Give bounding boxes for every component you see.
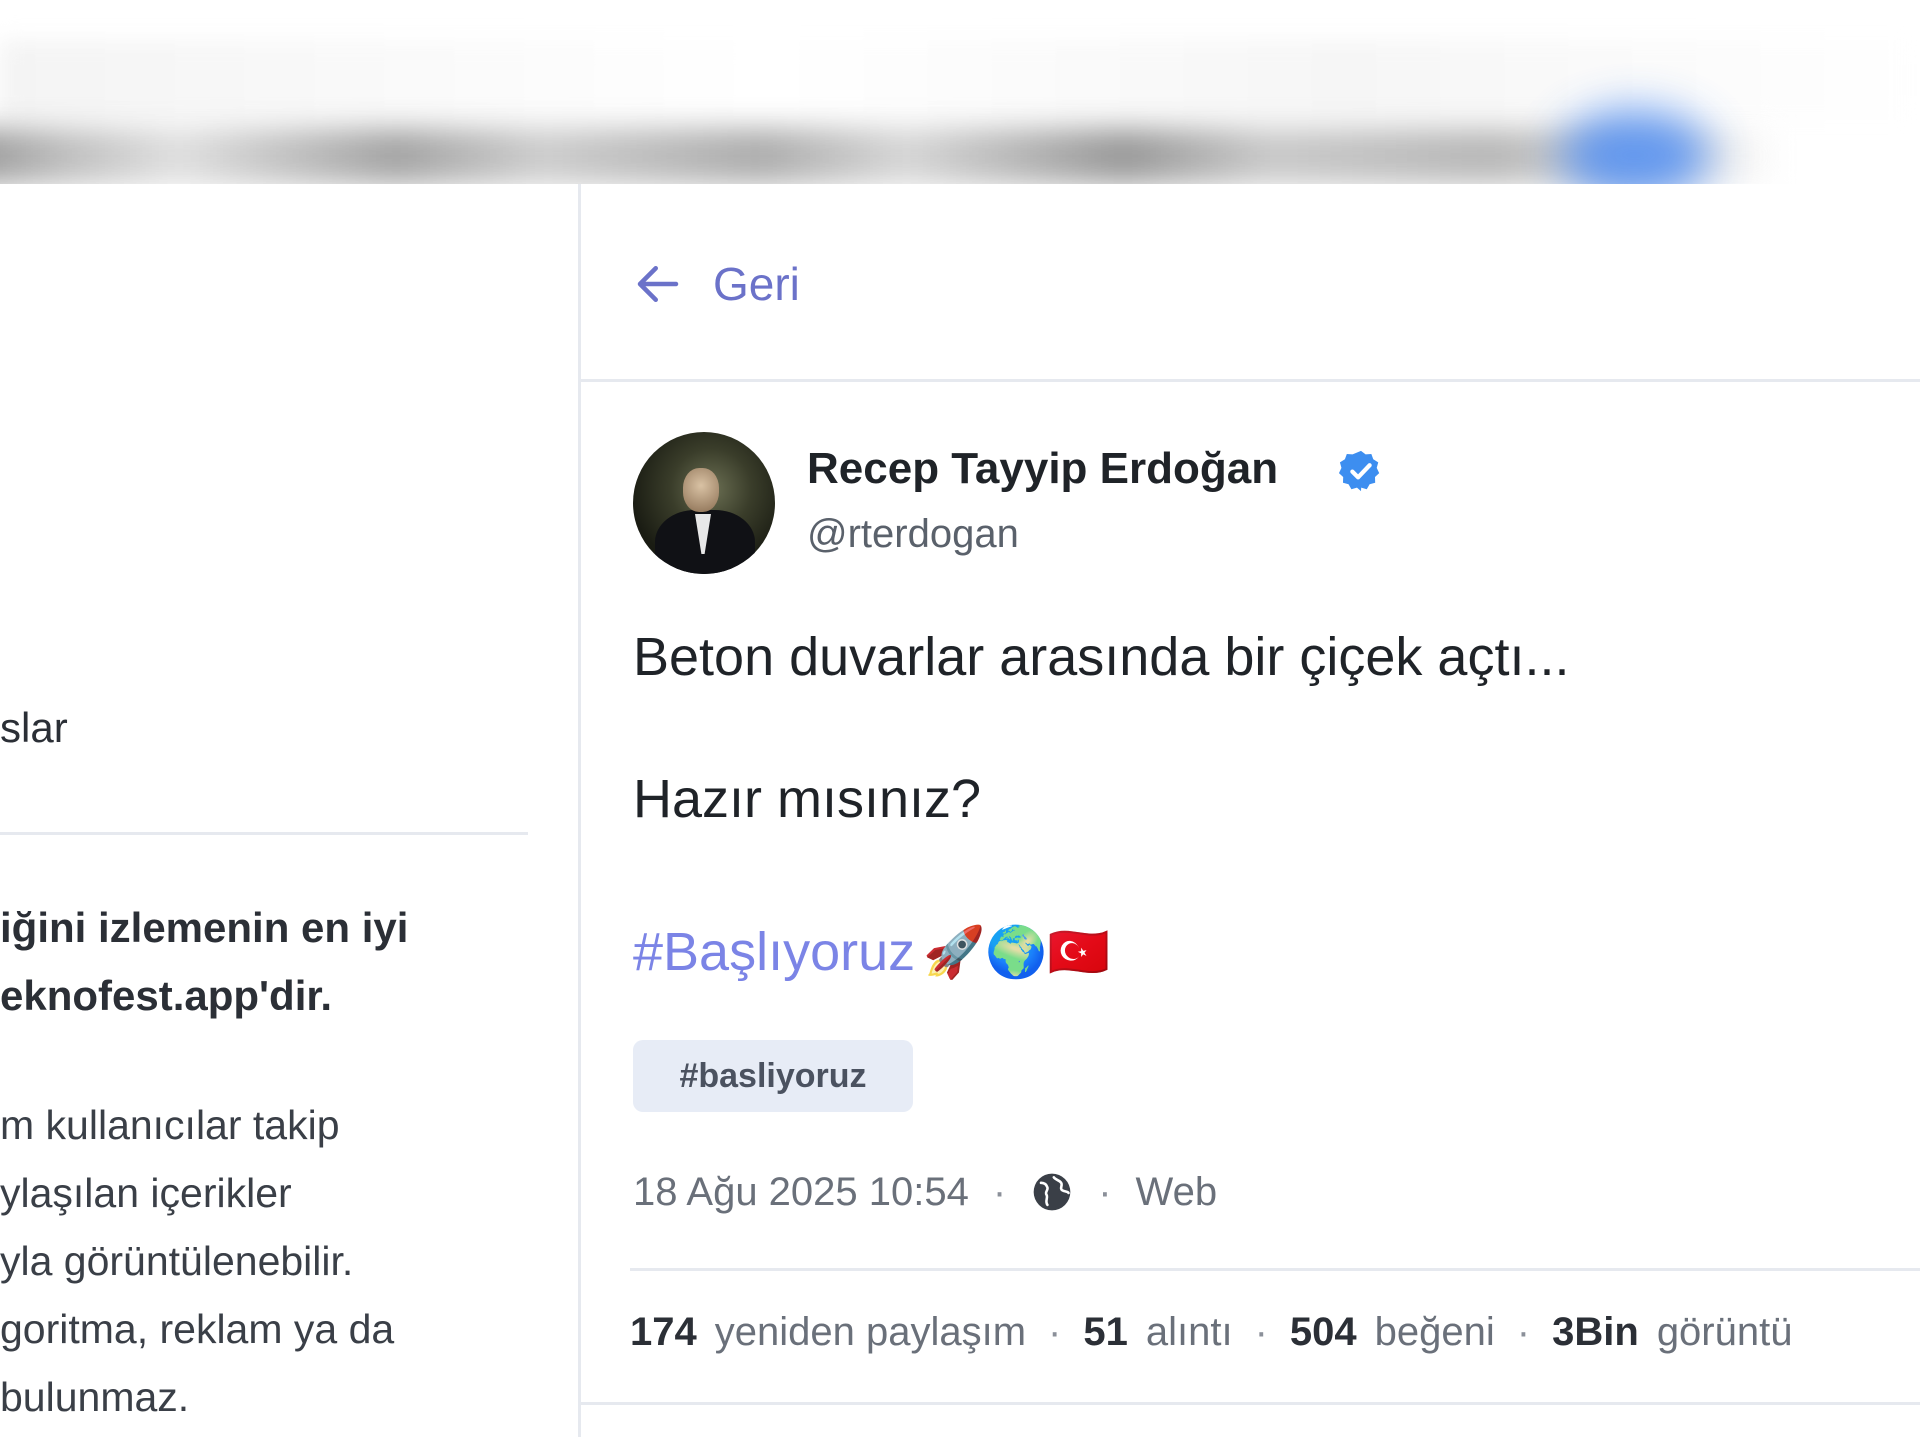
author-name[interactable]: Recep Tayyip Erdoğan (807, 444, 1278, 494)
verified-badge-icon (1338, 450, 1380, 492)
post-hashtag-link[interactable]: #Başlıyoruz (633, 921, 915, 983)
toolbar-blur-light (0, 40, 1920, 120)
left-sidebar: slar iğini izlemenin en iyi eknofest.app… (0, 184, 578, 1437)
arrow-left-icon (637, 266, 679, 302)
back-button[interactable]: Geri (631, 244, 800, 324)
post-date[interactable]: 18 Ağu 2025 10:54 (633, 1170, 969, 1215)
sidebar-info-body-line-1: m kullanıcılar takip (0, 1102, 340, 1148)
post-text-line-2: Hazır mısınız? (633, 769, 982, 829)
sidebar-info-body-line-2: ylaşılan içerikler (0, 1170, 292, 1216)
sidebar-info-body-line-5: bulunmaz. (0, 1374, 190, 1420)
toolbar-blur-button (1560, 110, 1710, 184)
sidebar-info-heading-line-2: eknofest.app'dir. (0, 972, 333, 1019)
toolbar-blur-strip (0, 128, 1780, 184)
post-meta-row: 18 Ağu 2025 10:54 · · Web (633, 1162, 1217, 1222)
post-detail-panel: Geri Recep Tayyip Erdoğan @rterdogan Bet… (578, 184, 1920, 1437)
meta-separator: · (1098, 1169, 1112, 1214)
author-handle[interactable]: @rterdogan (807, 512, 1019, 557)
back-label: Geri (713, 258, 800, 310)
avatar-head (683, 468, 719, 512)
meta-separator: · (992, 1169, 1007, 1214)
post-text-line-1: Beton duvarlar arasında bir çiçek açtı..… (633, 627, 1570, 687)
sidebar-info-body-line-3: yla görüntülenebilir. (0, 1238, 354, 1284)
sidebar-divider (0, 832, 528, 835)
sidebar-info-body-line-4: goritma, reklam ya da (0, 1306, 395, 1352)
header-divider (581, 379, 1920, 382)
sidebar-info-heading-line-1: iğini izlemenin en iyi (0, 904, 409, 951)
browser-toolbar-blurred (0, 0, 1920, 184)
post-emojis: 🚀🌍🇹🇷 (923, 923, 1110, 980)
sidebar-fragment-text: slar (0, 704, 68, 751)
tag-chip[interactable]: #basliyoruz (633, 1040, 913, 1112)
post-source: Web (1135, 1169, 1218, 1214)
avatar[interactable] (633, 432, 775, 574)
globe-icon (1033, 1173, 1071, 1211)
post-hashtag-line: #Başlıyoruz 🚀🌍🇹🇷 (633, 912, 1110, 992)
